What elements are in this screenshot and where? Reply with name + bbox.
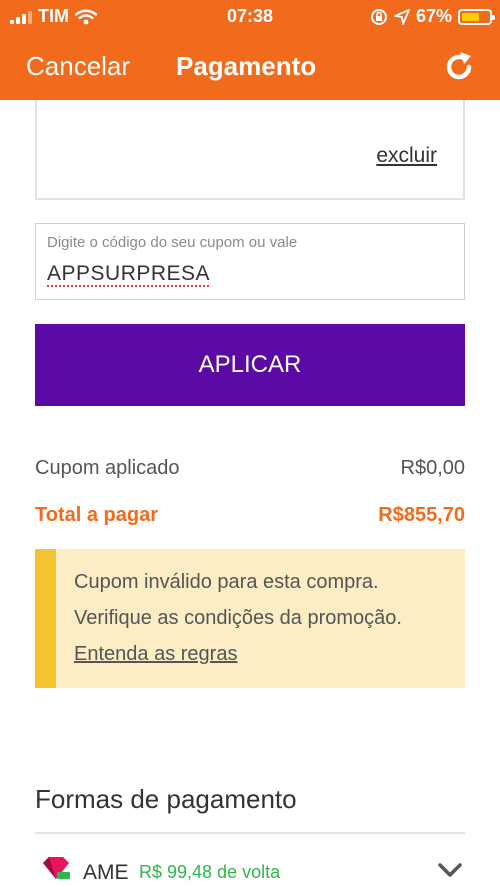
total-value: R$855,70 <box>378 504 465 526</box>
rules-link[interactable]: Entenda as regras <box>74 643 237 666</box>
coupon-applied-row: Cupom aplicado R$0,00 <box>35 457 465 480</box>
battery-fill <box>462 12 480 21</box>
cancel-button[interactable]: Cancelar <box>26 51 130 82</box>
payment-methods-title: Formas de pagamento <box>35 784 297 814</box>
alert-message-line1: Cupom inválido para esta compra. <box>74 571 379 593</box>
section-divider <box>35 832 465 834</box>
payment-method-ame[interactable]: AME R$ 99,48 de volta <box>35 845 465 887</box>
page-title: Pagamento <box>176 51 317 81</box>
payment-method-cashback: R$ 99,48 de volta <box>139 862 281 882</box>
invalid-coupon-alert: Cupom inválido para esta compra. Verifiq… <box>35 549 465 688</box>
location-icon <box>394 8 410 25</box>
battery-percent: 67% <box>415 6 452 26</box>
status-bar: TIM 07:38 67% <box>0 0 500 34</box>
chevron-down-icon[interactable] <box>437 861 463 879</box>
refresh-icon[interactable] <box>442 50 476 84</box>
header: TIM 07:38 67% Cancelar Pagamento <box>0 0 500 100</box>
total-row: Total a pagar R$855,70 <box>35 504 465 527</box>
coupon-field-value[interactable]: APPSURPRESA <box>47 262 210 286</box>
alert-accent-bar <box>35 549 56 688</box>
payment-method-name: AME <box>83 861 129 884</box>
ame-logo-icon <box>43 857 70 879</box>
status-right: 67% <box>370 6 495 27</box>
remove-coupon-link[interactable]: excluir <box>376 144 437 168</box>
battery-icon <box>458 8 495 25</box>
total-label: Total a pagar <box>35 504 158 526</box>
coupon-applied-label: Cupom aplicado <box>35 457 180 479</box>
rotation-lock-icon <box>370 8 387 25</box>
coupon-code-field[interactable]: Digite o código do seu cupom ou vale APP… <box>35 223 465 300</box>
coupon-field-label: Digite o código do seu cupom ou vale <box>47 234 298 251</box>
alert-message-line2: Verifique as condições da promoção. <box>74 607 402 629</box>
applied-coupon-card: excluir <box>35 100 465 200</box>
apply-coupon-button[interactable]: APLICAR <box>35 324 465 406</box>
coupon-applied-value: R$0,00 <box>400 457 466 479</box>
